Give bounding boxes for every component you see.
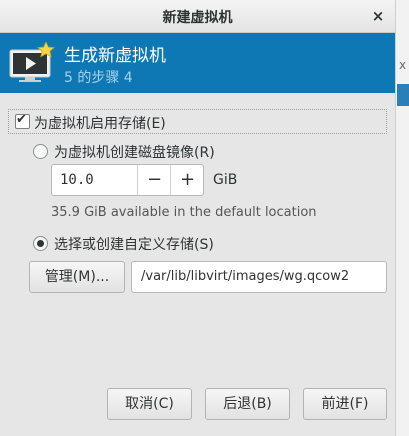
enable-storage-label[interactable]: 为虚拟机启用存储(E): [34, 113, 166, 133]
manage-button[interactable]: 管理(M)...: [29, 261, 125, 293]
window-titlebar: 新建虚拟机 ×: [0, 0, 395, 33]
disk-size-unit: GiB: [213, 172, 238, 188]
cancel-button[interactable]: 取消(C): [107, 388, 192, 420]
disk-size-value[interactable]: 10.0: [60, 172, 94, 188]
create-disk-label[interactable]: 为虚拟机创建磁盘镜像(R): [54, 142, 215, 162]
background-window-edge: x: [395, 0, 409, 436]
close-icon[interactable]: ×: [367, 5, 389, 27]
enable-storage-row[interactable]: ✔ 为虚拟机启用存储(E): [8, 109, 387, 134]
back-button[interactable]: 后退(B): [205, 388, 290, 420]
create-disk-radio[interactable]: [33, 144, 48, 159]
wizard-content: ✔ 为虚拟机启用存储(E) 为虚拟机创建磁盘镜像(R) 10.0 − + GiB…: [0, 93, 395, 436]
increment-button[interactable]: +: [170, 165, 204, 195]
background-window-highlight: [397, 84, 409, 106]
enable-storage-checkbox[interactable]: ✔: [15, 112, 30, 129]
wizard-banner: 生成新虚拟机 5 的步骤 4: [0, 33, 395, 93]
custom-storage-label[interactable]: 选择或创建自定义存储(S): [54, 234, 214, 254]
wizard-step-indicator: 5 的步骤 4: [64, 70, 133, 86]
custom-storage-path[interactable]: /var/lib/libvirt/images/wg.qcow2: [141, 269, 349, 284]
custom-storage-radio[interactable]: [33, 236, 48, 251]
wizard-heading: 生成新虚拟机: [64, 46, 166, 66]
custom-storage-path-input[interactable]: /var/lib/libvirt/images/wg.qcow2: [131, 261, 387, 293]
background-window-text: x: [399, 58, 407, 72]
decrement-button[interactable]: −: [137, 165, 171, 195]
checkmark-icon: ✔: [16, 112, 27, 127]
disk-size-spinbutton[interactable]: 10.0 − +: [51, 164, 204, 196]
radio-selected-dot: [37, 240, 44, 247]
monitor-with-star-icon: [9, 42, 55, 82]
forward-button[interactable]: 前进(F): [303, 388, 387, 420]
window-title: 新建虚拟机: [162, 10, 233, 26]
available-space-text: 35.9 GiB available in the default locati…: [51, 205, 317, 220]
